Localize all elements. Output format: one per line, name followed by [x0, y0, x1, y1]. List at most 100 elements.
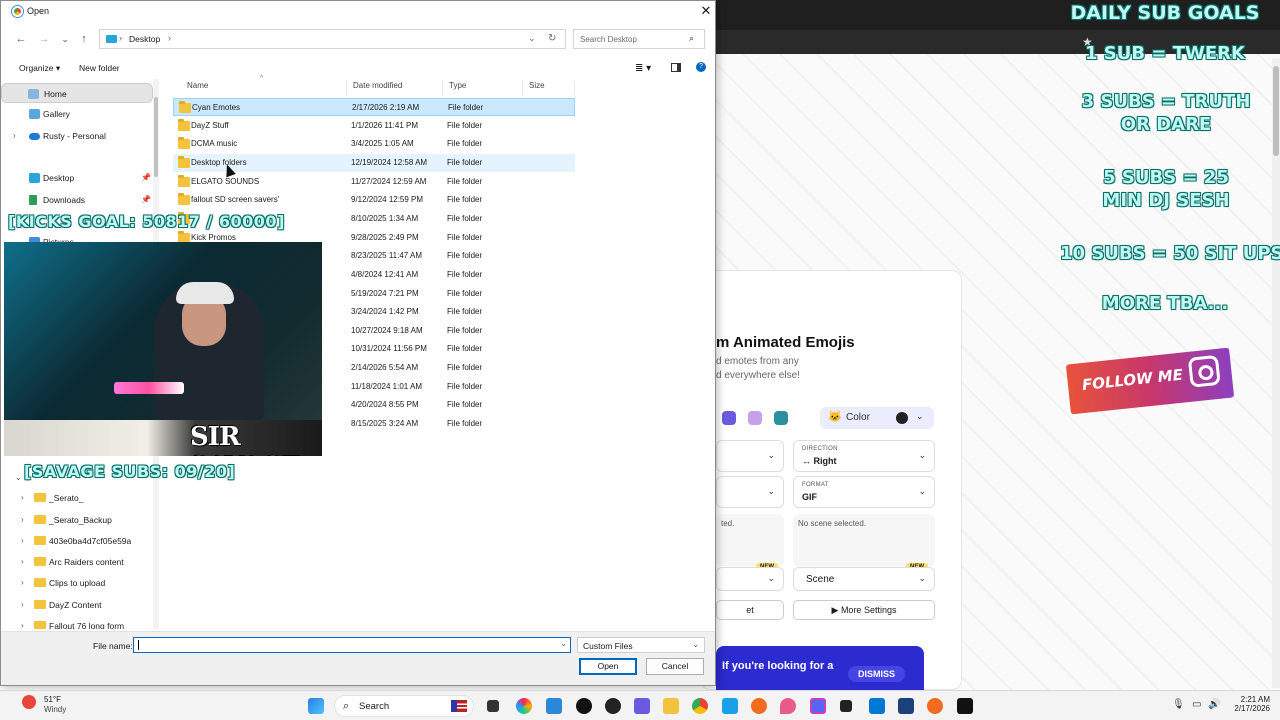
- sidebar-item-downloads[interactable]: Downloads 📌: [1, 190, 153, 210]
- webpage-subtitle-2: d everywhere else!: [716, 370, 800, 381]
- sidebar-item-home[interactable]: Home: [1, 83, 153, 103]
- column-header-type[interactable]: Type: [443, 81, 523, 95]
- desktop-app-icon[interactable]: [546, 698, 562, 714]
- cat-emoji-icon[interactable]: [748, 411, 762, 425]
- color-option[interactable]: 🐱 Color ⌄: [820, 407, 934, 429]
- task-view-icon[interactable]: [487, 700, 499, 712]
- sub-goal-2: 3 SUBS = TRUTH OR DARE: [1081, 91, 1251, 135]
- photos-icon[interactable]: [722, 698, 738, 714]
- rgb-keyboard: [114, 382, 184, 394]
- network-icon[interactable]: ▭: [1192, 699, 1201, 710]
- app-icon[interactable]: [927, 698, 943, 714]
- app-icon[interactable]: [840, 700, 852, 712]
- breadcrumb[interactable]: Desktop: [129, 34, 160, 44]
- page-scrollbar[interactable]: [1272, 58, 1280, 688]
- column-header-date[interactable]: Date modified: [347, 81, 443, 95]
- tree-item-fallout[interactable]: › Fallout 76 long form content: [1, 616, 153, 629]
- color-swatch[interactable]: [896, 412, 908, 424]
- column-header-size[interactable]: Size: [523, 81, 575, 95]
- refresh-icon[interactable]: ↻: [548, 33, 556, 44]
- up-arrow-icon[interactable]: ↑: [76, 29, 92, 49]
- view-options-icon[interactable]: ≣ ▾: [635, 63, 651, 74]
- app-icon[interactable]: [576, 698, 592, 714]
- chevron-right-icon[interactable]: ›: [21, 515, 24, 524]
- app-icon[interactable]: [898, 698, 914, 714]
- tree-item-serato[interactable]: › _Serato_: [1, 488, 153, 509]
- forward-arrow-icon[interactable]: →: [36, 29, 52, 49]
- help-icon[interactable]: ?: [696, 62, 706, 72]
- column-header-name[interactable]: Name: [181, 81, 347, 95]
- file-type: File folder: [447, 307, 483, 317]
- cat-emoji-icon[interactable]: [774, 411, 788, 425]
- file-row[interactable]: ELGATO SOUNDS 11/27/2024 12:59 AM File fol…: [173, 173, 575, 191]
- file-name-input[interactable]: ⌄: [133, 637, 571, 653]
- scrollbar-thumb[interactable]: [1273, 66, 1279, 156]
- file-row[interactable]: Cyan Emotes 2/17/2026 2:19 AM File folder: [173, 98, 575, 116]
- breadcrumb-separator-icon[interactable]: ›: [168, 33, 171, 43]
- app-icon[interactable]: [605, 698, 621, 714]
- tree-item-arc-raiders[interactable]: › Arc Raiders content: [1, 552, 153, 573]
- soundcloud-icon[interactable]: [751, 698, 767, 714]
- chevron-right-icon[interactable]: ›: [21, 493, 24, 502]
- address-bar[interactable]: › Desktop › ⌄ ↻: [99, 29, 566, 49]
- scene-select-left[interactable]: ⌄: [716, 567, 784, 591]
- weather-widget[interactable]: 51°F Windy: [10, 691, 80, 720]
- chevron-right-icon[interactable]: ›: [13, 131, 16, 140]
- format-select[interactable]: FORMAT GIF ⌄: [793, 476, 935, 508]
- address-dropdown-icon[interactable]: ⌄: [528, 33, 536, 44]
- back-arrow-icon[interactable]: ←: [13, 29, 29, 49]
- tree-item-clips[interactable]: › Clips to upload: [1, 573, 153, 594]
- dismiss-button[interactable]: DISMISS: [848, 666, 906, 682]
- tree-item-serato-backup[interactable]: › _Serato_Backup: [1, 510, 153, 531]
- volume-icon[interactable]: 🔊: [1208, 699, 1220, 710]
- cancel-button[interactable]: Cancel: [646, 658, 704, 675]
- more-settings-button[interactable]: ▶ More Settings: [793, 600, 935, 620]
- taskbar-search[interactable]: ⌕ Search: [334, 695, 474, 717]
- animation-select[interactable]: ⌄: [716, 440, 784, 472]
- open-button[interactable]: Open: [579, 658, 637, 675]
- sidebar-item-gallery[interactable]: Gallery: [1, 104, 153, 124]
- dialog-toolbar: Organize ▾ New folder ≣ ▾ ?: [1, 59, 715, 77]
- file-row[interactable]: fallout SD screen savers' 9/12/2024 12:59…: [173, 191, 575, 209]
- organize-button[interactable]: Organize ▾: [19, 63, 60, 74]
- tree-item-hash-folder[interactable]: › 403e0ba4d7cf05e59a: [1, 531, 153, 552]
- scrollbar-thumb[interactable]: [154, 97, 158, 177]
- reset-button[interactable]: et: [716, 600, 784, 620]
- app-icon[interactable]: [869, 698, 885, 714]
- preview-pane-icon[interactable]: [671, 63, 681, 72]
- scene-label: Scene: [806, 574, 835, 585]
- app-icon[interactable]: [957, 698, 973, 714]
- direction-select[interactable]: DIRECTION ↔ Right ⌄: [793, 440, 935, 472]
- chevron-right-icon[interactable]: ›: [21, 536, 24, 545]
- search-input[interactable]: Search Desktop ⌕: [573, 29, 705, 49]
- close-icon[interactable]: ✕: [697, 3, 715, 19]
- file-date: 5/19/2024 7:21 PM: [351, 288, 419, 298]
- new-folder-button[interactable]: New folder: [79, 63, 120, 73]
- cat-emoji-icon[interactable]: [722, 411, 736, 425]
- file-explorer-icon[interactable]: [663, 698, 679, 714]
- tree-item-dayz[interactable]: › DayZ Content: [1, 595, 153, 616]
- chevron-right-icon[interactable]: ›: [21, 600, 24, 609]
- chevron-down-icon[interactable]: ⌄: [15, 473, 22, 482]
- start-icon[interactable]: [308, 698, 324, 714]
- chrome-icon[interactable]: [692, 698, 708, 714]
- file-type-select[interactable]: Custom Files ⌄: [577, 637, 705, 653]
- maps-icon[interactable]: [780, 698, 796, 714]
- file-row[interactable]: DCMA music 3/4/2025 1:05 AM File folder: [173, 135, 575, 153]
- copilot-icon[interactable]: [516, 698, 532, 714]
- sidebar-item-desktop[interactable]: Desktop 📌: [1, 168, 153, 188]
- chevron-down-icon[interactable]: ⌄: [560, 639, 567, 648]
- chevron-right-icon[interactable]: ›: [21, 621, 24, 629]
- file-row[interactable]: DayZ Stuff 1/1/2026 11:41 PM File folder: [173, 117, 575, 135]
- scene-select[interactable]: Scene ⌄: [793, 567, 935, 591]
- system-clock[interactable]: 2:21 AM 2/17/2026: [1228, 695, 1270, 713]
- discord-icon[interactable]: [810, 698, 826, 714]
- app-icon[interactable]: [634, 698, 650, 714]
- microphone-icon[interactable]: 🎙: [1172, 699, 1185, 710]
- size-select[interactable]: ⌄: [716, 476, 784, 508]
- recent-chevron-icon[interactable]: ⌄: [57, 29, 73, 49]
- sidebar-item-onedrive[interactable]: › Rusty - Personal: [1, 126, 153, 146]
- sub-goals-title: DAILY SUB GOALS: [1070, 2, 1260, 24]
- chevron-right-icon[interactable]: ›: [21, 557, 24, 566]
- chevron-right-icon[interactable]: ›: [21, 578, 24, 587]
